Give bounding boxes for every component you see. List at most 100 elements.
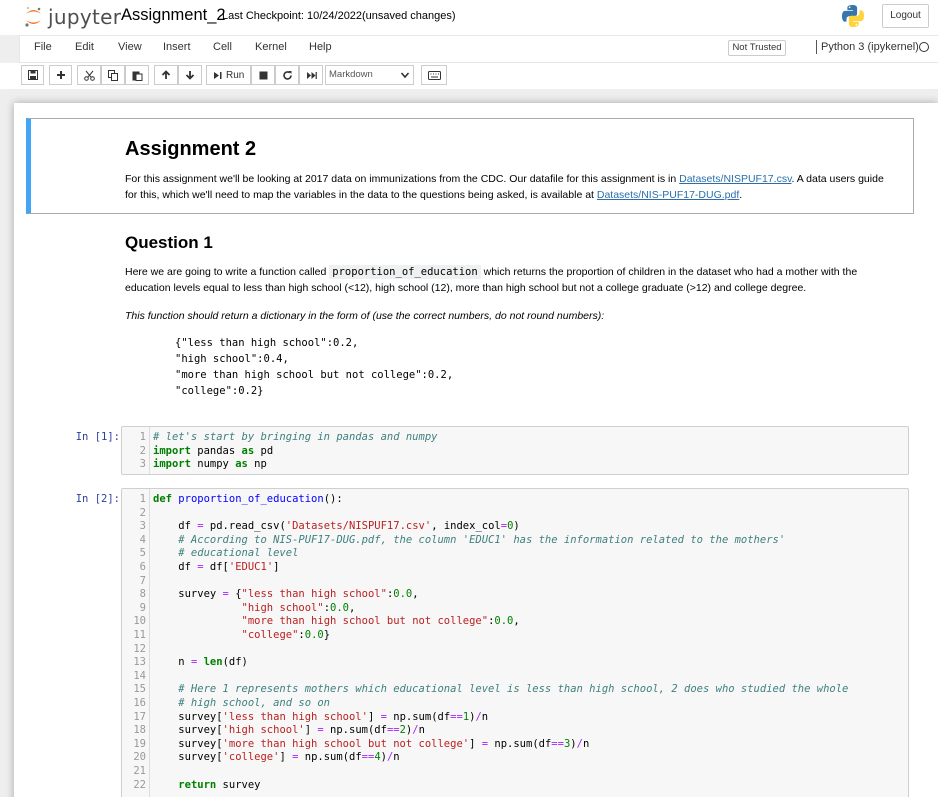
line-number: 14 [133,669,146,682]
question-text-1: Here we are going to write a function ca… [125,266,330,278]
code-text: df = df['EDUC1'] [153,561,280,573]
run-button-label: Run [226,69,245,81]
code-line[interactable]: 5 # educational level [122,547,908,561]
line-number: 7 [139,574,146,587]
line-number: 18 [133,724,146,737]
menu-insert[interactable]: Insert [163,41,191,53]
code-line[interactable]: 8 survey = {"less than high school":0.0, [122,588,908,602]
menu-kernel[interactable]: Kernel [255,41,287,53]
question-paragraph: Here we are going to write a function ca… [125,264,895,296]
kernel-idle-indicator-icon [919,42,929,52]
jupyter-logo-text: jupyter [48,5,122,29]
menu-cell[interactable]: Cell [213,41,232,53]
command-palette-button[interactable] [421,65,447,85]
code-line[interactable]: 21 [122,765,908,779]
menu-edit[interactable]: Edit [75,41,94,53]
code-line[interactable]: 1 def proportion_of_education(): [122,493,908,507]
code-text: survey['more than high school but not co… [153,737,590,750]
arrow-up-icon [161,70,171,79]
logout-button[interactable]: Logout [882,4,929,28]
line-number: 13 [133,656,146,669]
restart-kernel-button[interactable] [275,65,299,85]
code-line[interactable]: 20 survey['college'] = np.sum(df==4)/n [122,751,908,765]
code-line[interactable]: 2 [122,507,908,521]
line-number: 9 [139,601,146,614]
code-text: survey['college'] = np.sum(df==4)/n [153,751,400,764]
python-logo-icon [841,4,865,28]
function-name-code: proportion_of_education [329,265,481,279]
code-editor-1[interactable]: 1 # let's start by bringing in pandas and… [121,426,909,475]
line-number: 3 [139,520,146,533]
move-up-button[interactable] [154,65,178,85]
code-line[interactable]: 19 survey['more than high school but not… [122,738,908,752]
users-guide-link[interactable]: Datasets/NIS-PUF17-DUG.pdf [597,189,739,201]
cut-button[interactable] [77,65,101,85]
jupyter-logo[interactable]: jupyter [24,3,121,31]
question-heading: Question 1 [125,233,213,252]
jupyter-logo-icon [24,5,43,29]
line-number: 15 [133,683,146,696]
code-line[interactable]: 13 n = len(df) [122,656,908,670]
cell-type-value: Markdown [329,69,373,80]
code-text: def proportion_of_education(): [153,493,343,505]
menu-help[interactable]: Help [309,41,332,53]
copy-button[interactable] [101,65,125,85]
checkpoint-status: Last Checkpoint: 10/24/2022 [222,10,363,22]
code-text: # let's start by bringing in pandas and … [153,431,438,443]
code-line[interactable]: 16 # high school, and so on [122,697,908,711]
code-line[interactable]: 17 survey['less than high school'] = np.… [122,711,908,725]
code-text: import pandas as pd [153,444,274,457]
move-down-button[interactable] [178,65,202,85]
toolbar: Run Markdown [0,63,938,89]
code-editor-2[interactable]: 1 def proportion_of_education(): 2 3 df = p… [121,488,909,797]
code-text: # According to NIS-PUF17-DUG.pdf, the co… [153,533,786,546]
dataset-link[interactable]: Datasets/NISPUF17.csv [679,173,791,185]
line-number: 12 [133,642,146,655]
code-line[interactable]: 11 "college":0.0} [122,629,908,643]
paste-button[interactable] [125,65,149,85]
code-line[interactable]: 12 [122,643,908,657]
line-number: 8 [139,588,146,601]
step-forward-icon [214,71,222,79]
code-line[interactable]: 9 "high school":0.0, [122,602,908,616]
code-line[interactable]: 7 [122,575,908,589]
trust-status-button[interactable]: Not Trusted [728,40,786,56]
assignment-heading: Assignment 2 [125,138,257,160]
menu-view[interactable]: View [118,41,142,53]
code-text: # Here 1 represents mothers which educat… [153,683,849,696]
code-line[interactable]: 14 [122,670,908,684]
intro-paragraph: For this assignment we'll be looking at … [125,171,895,203]
code-line[interactable]: 10 "more than high school but not colleg… [122,615,908,629]
code-line[interactable]: 3 df = pd.read_csv('Datasets/NISPUF17.cs… [122,520,908,534]
code-line[interactable]: 3 import numpy as np [122,458,908,472]
notebook-site: Assignment 2 For this assignment we'll b… [0,89,938,797]
code-line[interactable]: 22 return survey [122,779,908,793]
restart-run-all-button[interactable] [299,65,323,85]
line-number: 1 [139,493,146,505]
insert-cell-button[interactable] [49,65,72,85]
cell-type-select[interactable]: Markdown [325,65,414,85]
line-number: 2 [139,444,146,457]
line-number: 2 [139,506,146,519]
code-line[interactable]: 6 df = df['EDUC1'] [122,561,908,575]
code-text: # high school, and so on [153,697,331,709]
code-line[interactable]: 4 # According to NIS-PUF17-DUG.pdf, the … [122,534,908,548]
keyboard-icon [427,70,441,80]
code-text: "college":0.0} [241,629,331,641]
code-line[interactable]: 2 import pandas as pd [122,445,908,459]
return-format-note: This function should return a dictionary… [125,310,605,322]
example-dictionary: {"less than high school":0.2, "high scho… [175,337,454,397]
run-button[interactable]: Run [206,65,251,85]
interrupt-kernel-button[interactable] [251,65,275,85]
code-text: # educational level [153,547,299,560]
intro-text-1: For this assignment we'll be looking at … [125,173,680,185]
code-line[interactable]: 15 # Here 1 represents mothers which edu… [122,683,908,697]
menu-file[interactable]: File [34,41,52,53]
notebook-name[interactable]: Assignment_2 [121,6,226,25]
chevron-down-icon [400,72,410,79]
code-line[interactable]: 18 survey['high school'] = np.sum(df==2)… [122,724,908,738]
code-text: n = len(df) [153,656,248,669]
line-number: 22 [133,778,146,791]
save-button[interactable] [21,65,44,85]
code-line[interactable]: 1 # let's start by bringing in pandas and… [122,431,908,445]
